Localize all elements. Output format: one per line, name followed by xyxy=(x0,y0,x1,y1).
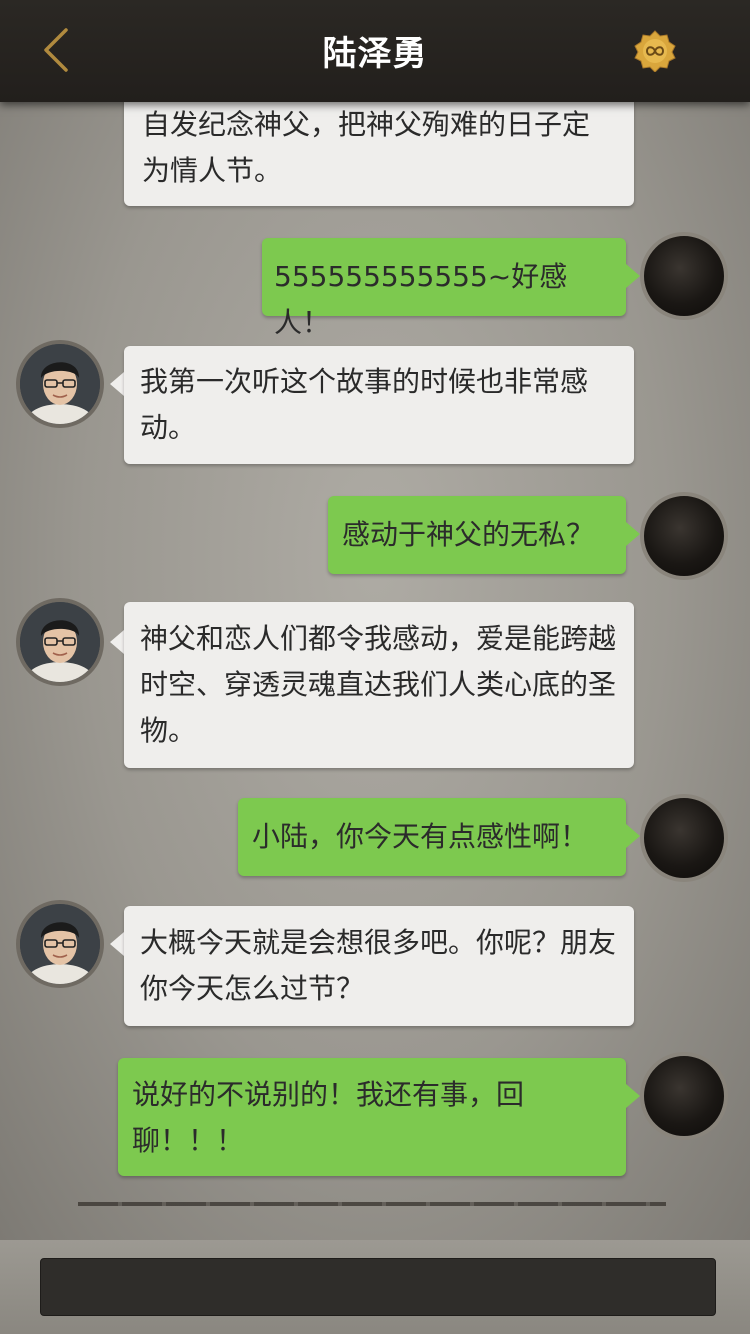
outgoing-message-bubble[interactable]: 感动于神父的无私？ xyxy=(328,496,626,574)
bubble-tail xyxy=(110,630,124,654)
incoming-message-bubble[interactable]: 自发纪念神父，把神父殉难的日子定为情人节。 xyxy=(124,96,634,206)
avatar[interactable] xyxy=(640,232,728,320)
bubble-tail xyxy=(110,932,124,956)
infinity-badge-icon[interactable] xyxy=(634,30,676,73)
incoming-message-bubble[interactable]: 我第一次听这个故事的时候也非常感动。 xyxy=(124,346,634,464)
avatar[interactable] xyxy=(640,794,728,882)
outgoing-message-bubble[interactable]: 小陆，你今天有点感性啊！ xyxy=(238,798,626,876)
bubble-tail xyxy=(626,1084,640,1108)
incoming-message-bubble[interactable]: 大概今天就是会想很多吧。你呢？朋友你今天怎么过节？ xyxy=(124,906,634,1026)
outgoing-message-bubble[interactable]: 555555555555~好感人！ xyxy=(262,238,626,339)
avatar[interactable] xyxy=(640,1052,728,1140)
incoming-message-bubble[interactable]: 神父和恋人们都令我感动，爱是能跨越时空、穿透灵魂直达我们人类心底的圣物。 xyxy=(124,602,634,768)
outgoing-message-bubble[interactable]: 说好的不说别的！我还有事，回聊！！！ xyxy=(118,1058,626,1176)
divider xyxy=(78,1202,666,1206)
bubble-tail xyxy=(626,824,640,848)
avatar[interactable] xyxy=(16,598,104,686)
bubble-tail xyxy=(626,522,640,546)
avatar[interactable] xyxy=(16,340,104,428)
avatar[interactable] xyxy=(16,900,104,988)
bubble-tail xyxy=(110,372,124,396)
top-bar: 陆泽勇 xyxy=(0,0,750,102)
bubble-tail xyxy=(626,264,640,288)
avatar[interactable] xyxy=(640,492,728,580)
message-input[interactable] xyxy=(40,1258,716,1316)
